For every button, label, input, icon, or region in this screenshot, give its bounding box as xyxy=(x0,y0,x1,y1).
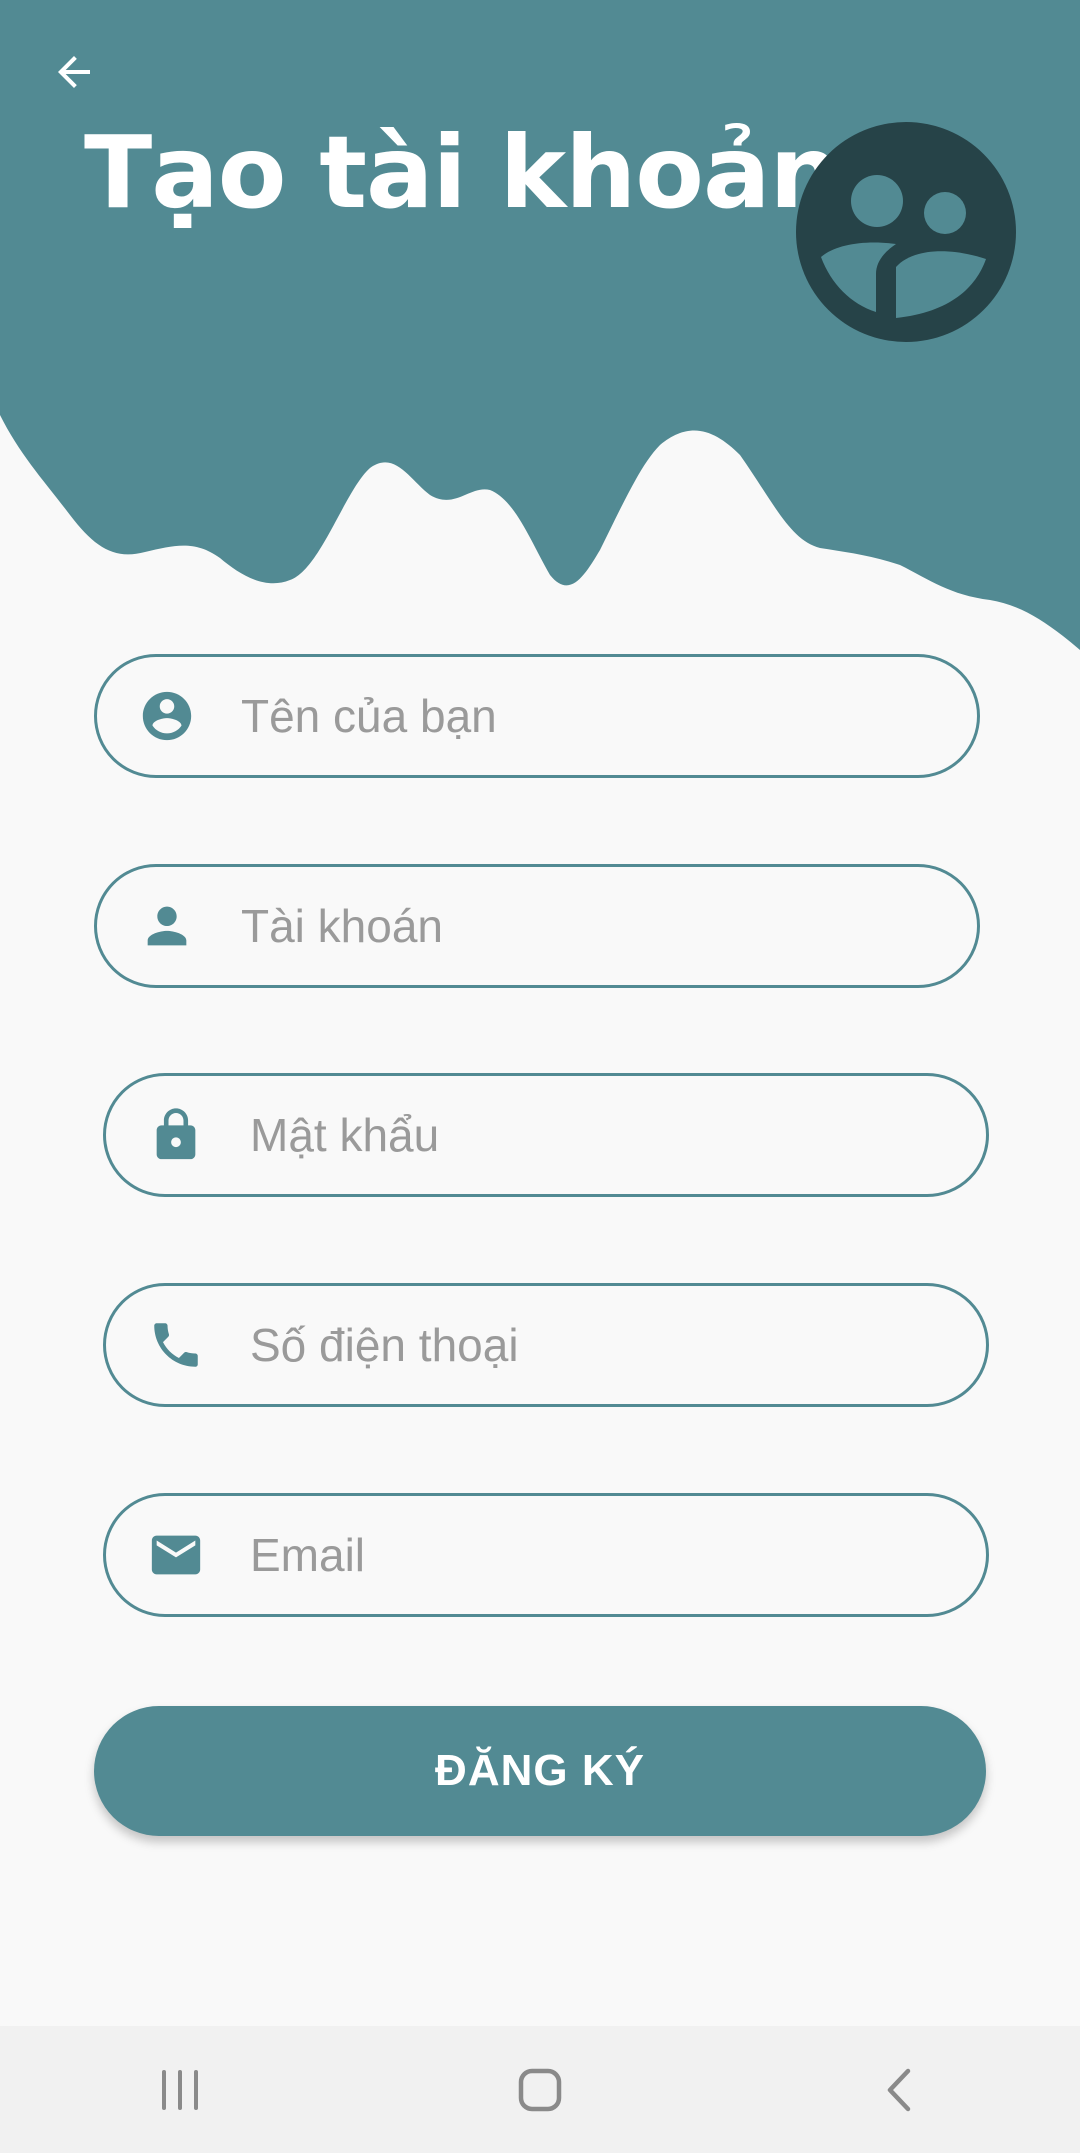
system-back-icon xyxy=(887,2068,911,2111)
username-field[interactable] xyxy=(94,864,980,988)
email-field[interactable] xyxy=(103,1493,989,1617)
register-button-label: ĐĂNG KÝ xyxy=(435,1746,645,1795)
password-field[interactable] xyxy=(103,1073,989,1197)
email-icon xyxy=(146,1525,206,1585)
email-input[interactable] xyxy=(250,1528,986,1582)
name-field[interactable] xyxy=(94,654,980,778)
home-button[interactable] xyxy=(480,2040,600,2140)
lock-icon xyxy=(146,1105,206,1165)
system-back-button[interactable] xyxy=(840,2040,960,2140)
username-input[interactable] xyxy=(241,899,977,953)
register-button[interactable]: ĐĂNG KÝ xyxy=(94,1706,986,1836)
name-input[interactable] xyxy=(241,689,977,743)
phone-field[interactable] xyxy=(103,1283,989,1407)
supervisor-account-icon xyxy=(796,122,1016,342)
phone-input[interactable] xyxy=(250,1318,986,1372)
password-input[interactable] xyxy=(250,1108,986,1162)
recent-apps-icon xyxy=(162,2069,198,2110)
back-button[interactable] xyxy=(40,38,108,106)
recent-apps-button[interactable] xyxy=(120,2040,240,2140)
page-title: Tạo tài khoản xyxy=(84,114,841,231)
home-icon xyxy=(518,2068,562,2111)
account-circle-icon xyxy=(137,686,197,746)
person-icon xyxy=(137,896,197,956)
arrow-left-icon xyxy=(58,56,90,88)
phone-icon xyxy=(146,1315,206,1375)
system-navigation-bar xyxy=(0,2026,1080,2153)
